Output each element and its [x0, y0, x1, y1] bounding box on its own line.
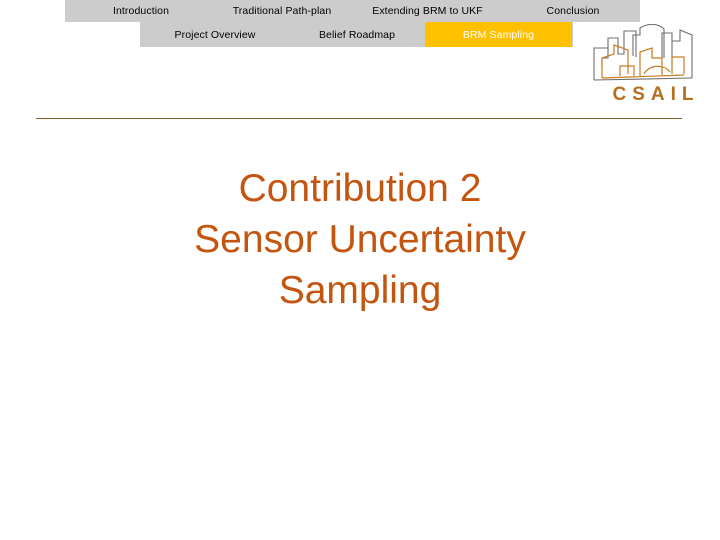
- nav-item-label: Project Overview: [174, 28, 256, 41]
- nav-item-traditional-path-plan[interactable]: Traditional Path-plan: [217, 0, 347, 22]
- nav-item-label: Belief Roadmap: [318, 28, 396, 41]
- nav-item-conclusion[interactable]: Conclusion: [530, 0, 616, 22]
- nav-item-label: Introduction: [112, 5, 170, 17]
- nav-item-brm-sampling[interactable]: BRM Sampling: [425, 22, 572, 47]
- city-skyline-icon: [593, 24, 693, 81]
- nav-item-extending-brm-to-ukf[interactable]: Extending BRM to UKF: [360, 0, 495, 22]
- page-title-line-3: Sampling: [278, 269, 442, 312]
- nav-item-label: Conclusion: [546, 5, 600, 17]
- csail-wordmark: CSAIL: [612, 84, 700, 105]
- nav-item-label: Extending BRM to UKF: [372, 5, 483, 17]
- horizontal-divider: [36, 118, 682, 119]
- nav-item-belief-roadmap[interactable]: Belief Roadmap: [298, 22, 416, 47]
- page-title-line-1: Contribution 2: [238, 167, 482, 210]
- primary-nav-bar: Introduction Traditional Path-plan Exten…: [65, 0, 640, 22]
- nav-item-introduction[interactable]: Introduction: [95, 0, 187, 22]
- csail-logo: CSAIL: [588, 24, 716, 108]
- nav-item-label: BRM Sampling: [462, 28, 535, 41]
- nav-item-project-overview[interactable]: Project Overview: [150, 22, 280, 47]
- secondary-nav-bar: Project Overview Belief Roadmap BRM Samp…: [140, 22, 573, 47]
- page-title-line-2: Sensor Uncertainty: [194, 218, 526, 261]
- nav-item-label: Traditional Path-plan: [232, 5, 332, 17]
- page-title: Contribution 2 Sensor Uncertainty Sampli…: [0, 163, 720, 316]
